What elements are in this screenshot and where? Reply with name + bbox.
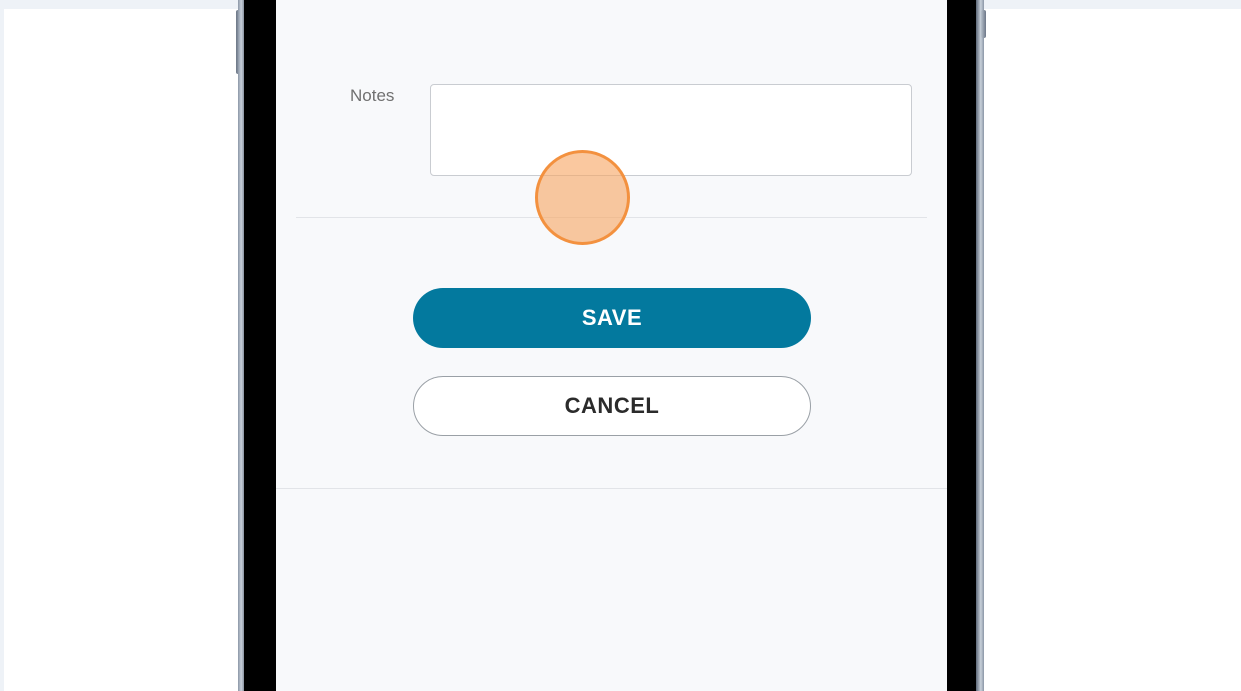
save-button[interactable]: SAVE (413, 288, 811, 348)
cancel-button[interactable]: CANCEL (413, 376, 811, 436)
stage: Notes SAVE CANCEL (0, 0, 1241, 691)
divider-bottom (276, 488, 947, 489)
notes-label: Notes (350, 86, 395, 105)
left-strip (0, 0, 4, 691)
phone-side-button-right (981, 10, 986, 38)
phone-edge-right (976, 0, 984, 691)
phone-screen: Notes SAVE CANCEL (276, 0, 947, 691)
touch-indicator (535, 150, 630, 245)
notes-input[interactable] (430, 84, 912, 176)
